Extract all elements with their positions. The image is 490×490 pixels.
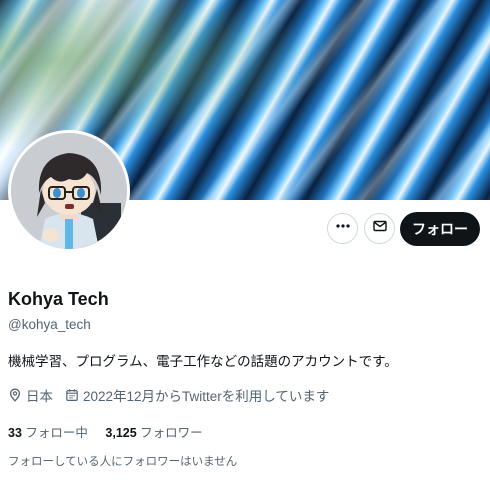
more-button[interactable] <box>327 213 358 244</box>
profile-handle: @kohya_tech <box>8 317 91 332</box>
mail-icon <box>372 218 388 239</box>
more-icon <box>335 218 351 239</box>
following-label: フォロー中 <box>25 426 88 440</box>
profile-name: Kohya Tech <box>8 289 109 309</box>
followers-count: 3,125 <box>105 426 137 440</box>
profile-meta: 日本 2022年12月からTwitterを利用しています <box>8 385 341 405</box>
message-button[interactable] <box>364 213 395 244</box>
profile-bio: 機械学習、プログラム、電子工作などの話題のアカウントです。 <box>8 354 398 369</box>
following-link[interactable]: 33 フォロー中 <box>8 426 91 440</box>
following-count: 33 <box>8 426 22 440</box>
profile-stats: 33 フォロー中 3,125 フォロワー <box>8 422 217 441</box>
joined-text: 2022年12月からTwitterを利用しています <box>83 389 330 404</box>
joined-item: 2022年12月からTwitterを利用しています <box>65 385 329 405</box>
location-item: 日本 <box>8 385 53 405</box>
followers-label: フォロワー <box>140 426 203 440</box>
follow-button[interactable]: フォロー <box>400 212 480 246</box>
followers-you-know-note: フォローしている人にフォロワーはいません <box>8 456 238 468</box>
calendar-icon <box>66 389 78 402</box>
profile-avatar[interactable] <box>8 130 130 252</box>
followers-link[interactable]: 3,125 フォロワー <box>105 426 202 440</box>
location-text: 日本 <box>26 389 53 404</box>
location-pin-icon <box>9 388 21 402</box>
avatar-illustration <box>11 133 127 249</box>
